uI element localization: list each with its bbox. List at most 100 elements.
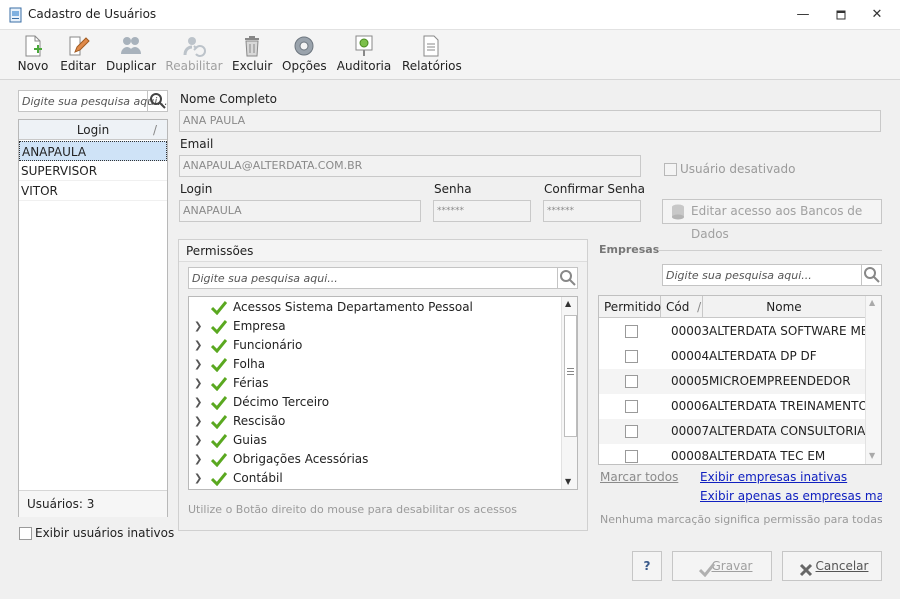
checkmark-icon	[210, 472, 228, 489]
marcar-todos-link[interactable]: Marcar todos	[600, 470, 678, 484]
expand-arrow-icon[interactable]: ❯	[194, 336, 202, 355]
expand-arrow-icon[interactable]: ❯	[194, 450, 202, 469]
close-button[interactable]: ✕	[866, 4, 888, 26]
empresas-grid-header: Permitido Cód / Nome	[599, 296, 865, 318]
gear-icon	[294, 36, 314, 56]
login-field[interactable]: ANAPAULA	[179, 200, 421, 222]
scrollbar-thumb[interactable]	[564, 315, 577, 437]
empresas-scrollbar[interactable]: ▲ ▼	[865, 296, 881, 464]
user-row[interactable]: SUPERVISOR	[19, 161, 167, 181]
empresas-search-input[interactable]: Digite sua pesquisa aqui...	[662, 264, 882, 286]
usuario-desativado-label: Usuário desativado	[680, 162, 796, 176]
scroll-down-icon[interactable]: ▼	[565, 477, 571, 486]
permitido-checkbox[interactable]	[625, 375, 638, 388]
email-label: Email	[180, 137, 214, 151]
tree-item[interactable]: ❯ Guias	[189, 431, 559, 450]
duplicar-label: Duplicar	[106, 59, 157, 73]
tree-item[interactable]: ❯ Rescisão	[189, 412, 559, 431]
reabilitar-button[interactable]: Reabilitar	[164, 30, 224, 80]
opcoes-button[interactable]: Opções	[282, 30, 327, 80]
tree-item[interactable]: ❯ Décimo Terceiro	[189, 393, 559, 412]
excluir-label: Excluir	[232, 59, 273, 73]
expand-arrow-icon[interactable]: ❯	[194, 317, 202, 336]
search-icon[interactable]	[147, 91, 167, 111]
permitido-column-header[interactable]: Permitido	[599, 296, 661, 318]
empresa-row[interactable]: 00006 ALTERDATA TREINAMENTO	[599, 394, 868, 419]
empresa-row[interactable]: 00003 ALTERDATA SOFTWARE ME	[599, 319, 868, 344]
tree-item[interactable]: ❯ Obrigações Acessórias	[189, 450, 559, 469]
login-label: Login	[180, 182, 213, 196]
confirmar-senha-label: Confirmar Senha	[544, 182, 645, 196]
permitido-checkbox[interactable]	[625, 450, 638, 463]
gravar-button[interactable]: Gravar	[672, 551, 772, 581]
trash-icon	[245, 36, 259, 57]
scroll-up-icon[interactable]: ▲	[565, 299, 571, 308]
permitido-checkbox[interactable]	[625, 400, 638, 413]
expand-arrow-icon[interactable]: ❯	[194, 412, 202, 431]
empresa-row[interactable]: 00005 MICROEMPREENDEDOR	[599, 369, 865, 394]
exibir-empresas-inativas-link[interactable]: Exibir empresas inativas	[700, 470, 847, 484]
empresas-title: Empresas	[599, 243, 660, 256]
tree-item[interactable]: ❯ Férias	[189, 374, 559, 393]
user-list-header[interactable]: Login /	[19, 120, 167, 140]
excluir-button[interactable]: Excluir	[232, 30, 272, 80]
duplicar-button[interactable]: Duplicar	[106, 30, 156, 80]
reactivate-icon	[183, 37, 206, 57]
maximize-button[interactable]	[830, 4, 852, 26]
nome-completo-field[interactable]: ANA PAULA	[179, 110, 881, 132]
search-icon[interactable]	[861, 265, 881, 285]
title-bar: Cadastro de Usuários — ✕	[0, 0, 900, 30]
tree-item[interactable]: Acessos Sistema Departamento Pessoal	[189, 298, 559, 317]
db-access-button[interactable]: Editar acesso aos Bancos de Dados	[662, 199, 882, 241]
permissions-title: Permissões	[186, 244, 254, 258]
show-inactive-users-checkbox[interactable]	[19, 527, 32, 540]
user-search-placeholder: Digite sua pesquisa aqui...	[22, 95, 168, 108]
novo-button[interactable]: Novo	[16, 30, 50, 80]
tree-item[interactable]: ❯ Funcionário	[189, 336, 559, 355]
permissions-scrollbar[interactable]: ▲ ▼	[561, 297, 577, 489]
nome-completo-label: Nome Completo	[180, 92, 277, 106]
cod-column-header[interactable]: Cód /	[661, 296, 703, 318]
scroll-up-icon[interactable]: ▲	[869, 298, 875, 307]
auditoria-button[interactable]: Auditoria	[336, 30, 392, 80]
user-row[interactable]: ANAPAULA	[19, 141, 167, 161]
permitido-checkbox[interactable]	[625, 350, 638, 363]
empresa-row[interactable]: 00008 ALTERDATA TEC EM	[599, 444, 865, 464]
permissions-search-input[interactable]: Digite sua pesquisa aqui...	[188, 267, 578, 289]
scroll-down-icon[interactable]: ▼	[869, 451, 875, 460]
senha-label: Senha	[434, 182, 472, 196]
empresa-row[interactable]: 00004 ALTERDATA DP DF	[599, 344, 865, 369]
expand-arrow-icon[interactable]: ❯	[194, 374, 202, 393]
nome-column-header[interactable]: Nome	[703, 296, 865, 318]
permissions-hint: Utilize o Botão direito do mouse para de…	[188, 503, 518, 516]
search-icon[interactable]	[557, 268, 577, 288]
relatorios-button[interactable]: Relatórios	[402, 30, 462, 80]
auditoria-label: Auditoria	[336, 59, 392, 73]
expand-arrow-icon[interactable]: ❯	[194, 431, 202, 450]
expand-arrow-icon[interactable]: ❯	[194, 393, 202, 412]
cancelar-button[interactable]: Cancelar	[782, 551, 882, 581]
exibir-empresas-marcadas-link[interactable]: Exibir apenas as empresas marcadas	[700, 489, 882, 503]
usuario-desativado-checkbox[interactable]	[664, 163, 677, 176]
editar-button[interactable]: Editar	[60, 30, 96, 80]
empresas-hint-wrapper: Nenhuma marcação significa permissão par…	[600, 512, 882, 526]
opcoes-label: Opções	[282, 59, 327, 73]
app-icon	[8, 7, 24, 23]
reabilitar-label: Reabilitar	[165, 59, 223, 73]
expand-arrow-icon[interactable]: ❯	[194, 469, 202, 488]
permitido-checkbox[interactable]	[625, 425, 638, 438]
help-button[interactable]: ?	[632, 551, 662, 581]
tree-item[interactable]: ❯ Folha	[189, 355, 559, 374]
tree-item[interactable]: ❯ Contábil	[189, 469, 559, 488]
minimize-button[interactable]: —	[792, 4, 814, 26]
expand-arrow-icon[interactable]: ❯	[194, 355, 202, 374]
tree-item[interactable]: ❯ Empresa	[189, 317, 559, 336]
user-row[interactable]: VITOR	[19, 181, 167, 201]
permitido-checkbox[interactable]	[625, 325, 638, 338]
login-column-header: Login	[76, 123, 110, 137]
email-field[interactable]: ANAPAULA@ALTERDATA.COM.BR	[179, 155, 641, 177]
user-search-input[interactable]: Digite sua pesquisa aqui...	[18, 90, 168, 112]
senha-field[interactable]: ******	[433, 200, 531, 222]
confirmar-senha-field[interactable]: ******	[543, 200, 641, 222]
empresa-row[interactable]: 00007 ALTERDATA CONSULTORIA	[599, 419, 865, 444]
